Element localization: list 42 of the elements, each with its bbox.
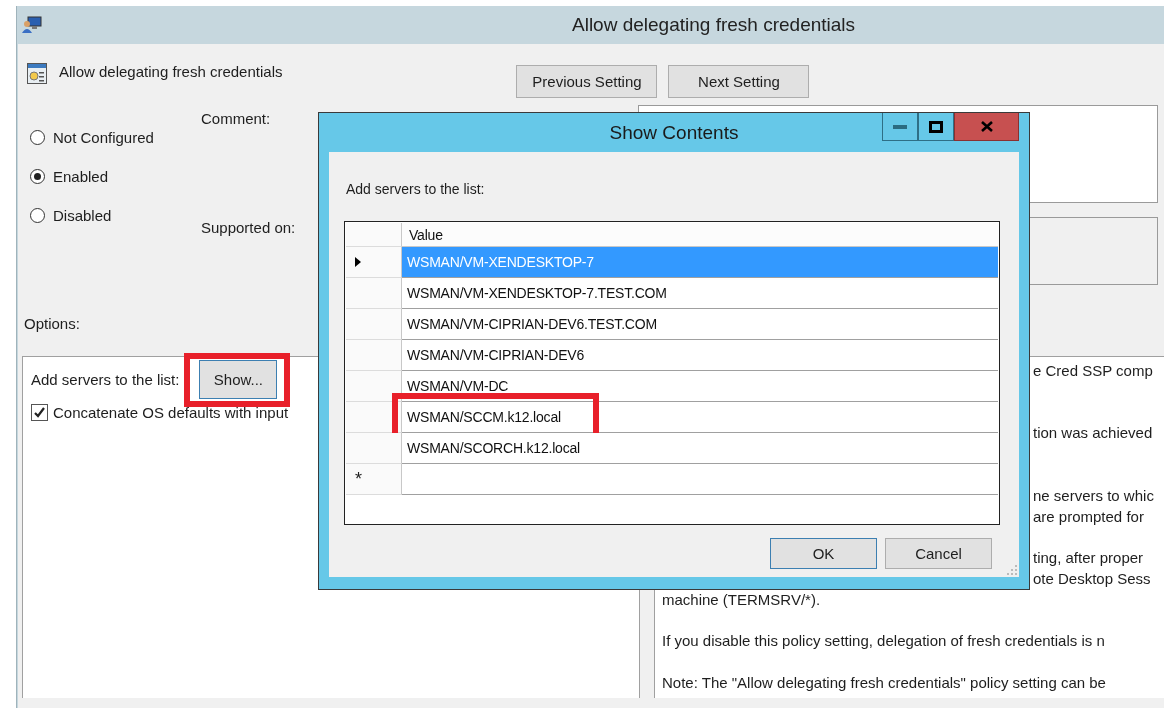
radio-label[interactable]: Enabled <box>53 168 109 185</box>
new-row-marker: * <box>355 470 362 488</box>
options-label: Options: <box>24 314 80 334</box>
help-text: If you disable this policy setting, delegation of fresh credentials is n <box>662 632 1105 650</box>
servers-label: Add servers to the list: <box>31 370 180 388</box>
ok-button[interactable]: OK <box>770 538 877 569</box>
cancel-button[interactable]: Cancel <box>885 538 992 569</box>
help-text: ting, after proper <box>1033 549 1144 567</box>
window-title: Allow delegating fresh credentials <box>572 14 856 36</box>
help-text: are prompted for <box>1033 507 1144 525</box>
row-header[interactable] <box>346 371 402 402</box>
checkbox-label[interactable]: Concatenate OS defaults with input <box>53 404 289 421</box>
value-cell[interactable]: WSMAN/SCORCH.k12.local <box>402 433 998 464</box>
row-header[interactable]: * <box>346 464 402 495</box>
maximize-button[interactable] <box>918 113 954 141</box>
policy-sheet-icon <box>27 63 47 84</box>
computer-user-icon <box>22 16 42 34</box>
close-icon <box>980 121 993 132</box>
show-button[interactable]: Show... <box>199 359 278 399</box>
checkbox[interactable] <box>31 404 48 421</box>
supported-on-label: Supported on: <box>201 219 296 236</box>
help-text: Note: The "Allow delegating fresh credentials" policy setting can be <box>662 673 1106 691</box>
previous-setting-button[interactable]: Previous Setting <box>516 65 658 98</box>
help-text: tion was achieved <box>1033 424 1153 442</box>
dialog-prompt: Add servers to the list: <box>346 181 486 199</box>
radio-label[interactable]: Disabled <box>53 207 112 224</box>
help-text: machine (TERMSRV/*). <box>662 590 821 608</box>
next-setting-button[interactable]: Next Setting <box>668 65 810 98</box>
radio-button[interactable] <box>30 130 45 145</box>
radio-button[interactable] <box>30 208 45 223</box>
help-text: e Cred SSP comp <box>1033 362 1153 379</box>
maximize-icon <box>929 120 943 133</box>
policy-title: Allow delegating fresh credentials <box>59 63 283 80</box>
comment-label: Comment: <box>201 110 271 127</box>
radio-label[interactable]: Not Configured <box>53 129 154 146</box>
radio-button[interactable] <box>30 169 45 184</box>
minimize-icon <box>893 124 907 129</box>
resize-grip-icon[interactable] <box>1007 565 1017 575</box>
dialog-title: Show Contents <box>609 121 739 144</box>
help-text: ote Desktop Sess <box>1033 569 1151 587</box>
help-text: ne servers to whic <box>1033 486 1154 504</box>
close-button[interactable] <box>954 113 1019 141</box>
